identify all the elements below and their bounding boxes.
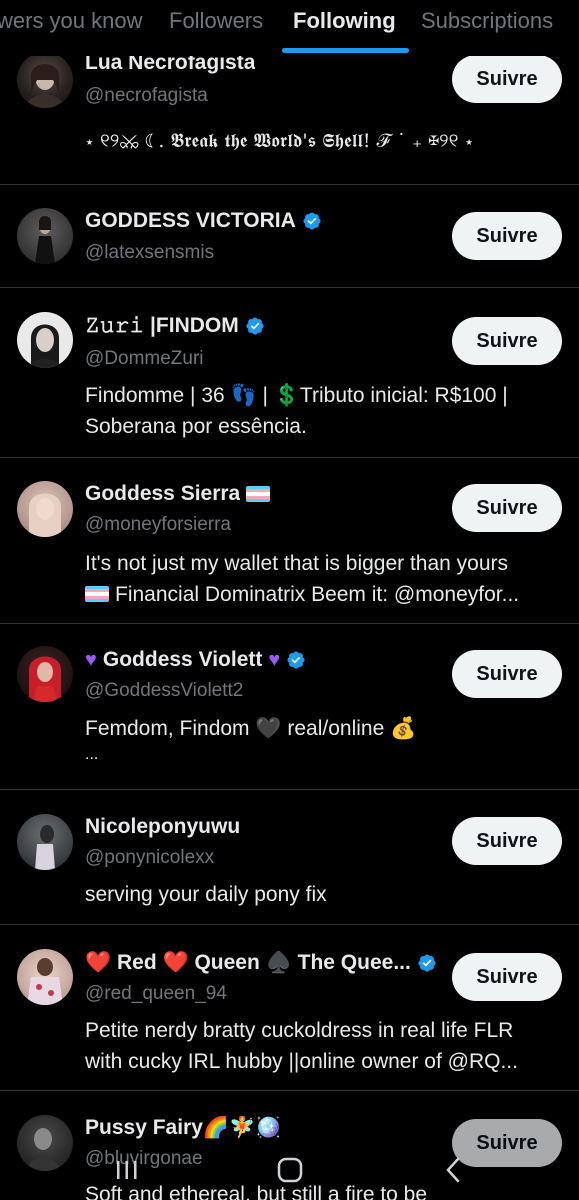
list-item[interactable]: Goddess Sierra @moneyforsierra It's not … bbox=[0, 458, 579, 624]
account-handle[interactable]: @ponynicolexx bbox=[85, 847, 214, 869]
purple-heart-icon: ♥ bbox=[85, 648, 97, 671]
avatar-image bbox=[35, 825, 55, 870]
list-item[interactable]: Nicoleponyuwu @ponynicolexx serving your… bbox=[0, 790, 579, 925]
home-button[interactable] bbox=[270, 1150, 310, 1190]
account-bio: Findomme | 36 👣 | 💲Tributo inicial: R$10… bbox=[85, 380, 560, 442]
bio-line: ... bbox=[85, 746, 99, 763]
avatar-image bbox=[27, 958, 63, 1005]
account-bio: It's not just my wallet that is bigger t… bbox=[85, 548, 560, 610]
trans-flag-icon bbox=[246, 486, 271, 502]
avatar[interactable] bbox=[17, 312, 73, 368]
tab-subscriptions[interactable]: Subscriptions bbox=[421, 8, 553, 34]
bio-line: Soberana por essência. bbox=[85, 415, 307, 438]
list-item[interactable]: GODDESS VICTORIA @latexsensmis Suivre bbox=[0, 185, 579, 288]
verified-badge-icon bbox=[418, 954, 436, 972]
tab-followers-you-know[interactable]: wers you know bbox=[0, 8, 143, 34]
account-handle[interactable]: @latexsensmis bbox=[85, 242, 214, 264]
verified-badge-icon bbox=[303, 212, 321, 230]
follow-button[interactable]: Suivre bbox=[452, 212, 562, 260]
list-item[interactable]: ❤️ Red ❤️ Queen ♠️ The Quee... @red_quee… bbox=[0, 925, 579, 1091]
account-bio: serving your daily pony fix bbox=[85, 879, 560, 910]
follow-button[interactable]: Suivre bbox=[452, 484, 562, 532]
tab-following[interactable]: Following bbox=[293, 8, 396, 34]
back-icon bbox=[446, 1157, 460, 1183]
recent-apps-button[interactable] bbox=[107, 1150, 147, 1190]
tab-bar: wers you know Followers Following Subscr… bbox=[0, 0, 579, 56]
account-handle[interactable]: @necrofagista bbox=[85, 85, 208, 107]
back-button[interactable] bbox=[433, 1150, 473, 1190]
bio-line: Femdom, Findom 🖤 real/online 💰 bbox=[85, 717, 417, 740]
list-item[interactable]: 𝚉𝚞𝚛𝚒 |FINDOM @DommeZuri Findomme | 36 👣 … bbox=[0, 288, 579, 458]
bio-line-with-flag: Financial Dominatrix Beem it: @moneyfor.… bbox=[85, 579, 560, 610]
avatar[interactable] bbox=[17, 481, 73, 537]
follow-button[interactable]: Suivre bbox=[452, 650, 562, 698]
bio-line: Findomme | 36 👣 | 💲Tributo inicial: R$10… bbox=[85, 384, 508, 407]
account-name[interactable]: GODDESS VICTORIA bbox=[85, 209, 296, 233]
avatar[interactable] bbox=[17, 814, 73, 870]
follow-button[interactable]: Suivre bbox=[452, 953, 562, 1001]
avatar-image bbox=[29, 656, 61, 702]
active-tab-indicator bbox=[282, 48, 409, 53]
account-handle[interactable]: @GoddessViolett2 bbox=[85, 680, 243, 702]
tab-followers[interactable]: Followers bbox=[169, 8, 263, 34]
verified-badge-icon bbox=[287, 651, 305, 669]
avatar[interactable] bbox=[17, 208, 73, 264]
account-name[interactable]: Goddess Sierra bbox=[85, 482, 240, 506]
account-name[interactable]: ❤️ Red ❤️ Queen ♠️ The Quee... bbox=[85, 951, 411, 975]
trans-flag-icon bbox=[85, 586, 109, 602]
account-bio: ⋆ ୧୨⚔ ☾. 𝕭𝖗𝖊𝖆𝖐 𝖙𝖍𝖊 𝖂𝖔𝖗𝖑𝖉'𝖘 𝕾𝖍𝖊𝖑𝖑! ℱ ˙ ₊ … bbox=[85, 126, 560, 157]
bio-line: It's not just my wallet that is bigger t… bbox=[85, 552, 509, 575]
follow-button[interactable]: Suivre bbox=[452, 55, 562, 103]
bio-line: serving your daily pony fix bbox=[85, 883, 327, 906]
avatar-image bbox=[29, 324, 61, 368]
bio-line: Petite nerdy bratty cuckoldress in real … bbox=[85, 1019, 514, 1042]
bio-line: with cucky IRL hubby ||online owner of @… bbox=[85, 1050, 518, 1073]
avatar[interactable] bbox=[17, 52, 73, 108]
account-handle[interactable]: @DommeZuri bbox=[85, 348, 204, 370]
system-navigation-bar bbox=[0, 1136, 579, 1200]
purple-heart-icon: ♥ bbox=[268, 648, 281, 671]
home-icon bbox=[277, 1157, 303, 1183]
avatar-image bbox=[29, 493, 61, 537]
account-name[interactable]: Goddess Violett bbox=[103, 648, 262, 672]
account-name[interactable]: Nicoleponyuwu bbox=[85, 815, 240, 839]
list-item[interactable]: Lua Necrofagista @necrofagista ⋆ ୧୨⚔ ☾. … bbox=[0, 40, 579, 185]
account-handle[interactable]: @red_queen_94 bbox=[85, 983, 227, 1005]
follow-button[interactable]: Suivre bbox=[452, 317, 562, 365]
verified-badge-icon bbox=[246, 317, 264, 335]
avatar-image bbox=[25, 64, 65, 108]
bio-line: ⋆ ୧୨⚔ ☾. 𝕭𝖗𝖊𝖆𝖐 𝖙𝖍𝖊 𝖂𝖔𝖗𝖑𝖉'𝖘 𝕾𝖍𝖊𝖑𝖑! ℱ ˙ ₊ … bbox=[85, 130, 474, 152]
account-bio: Petite nerdy bratty cuckoldress in real … bbox=[85, 1015, 560, 1077]
list-item[interactable]: ♥ Goddess Violett ♥ @GoddessViolett2 Fem… bbox=[0, 624, 579, 790]
avatar[interactable] bbox=[17, 949, 73, 1005]
avatar[interactable] bbox=[17, 646, 73, 702]
recent-apps-icon bbox=[117, 1161, 137, 1179]
account-handle[interactable]: @moneyforsierra bbox=[85, 514, 231, 536]
follow-button[interactable]: Suivre bbox=[452, 817, 562, 865]
avatar-image bbox=[35, 216, 55, 264]
account-bio: Femdom, Findom 🖤 real/online 💰 ... bbox=[85, 713, 560, 766]
account-name[interactable]: 𝚉𝚞𝚛𝚒 |FINDOM bbox=[85, 314, 239, 338]
bio-line-text: Financial Dominatrix Beem it: @moneyfor.… bbox=[115, 583, 520, 606]
